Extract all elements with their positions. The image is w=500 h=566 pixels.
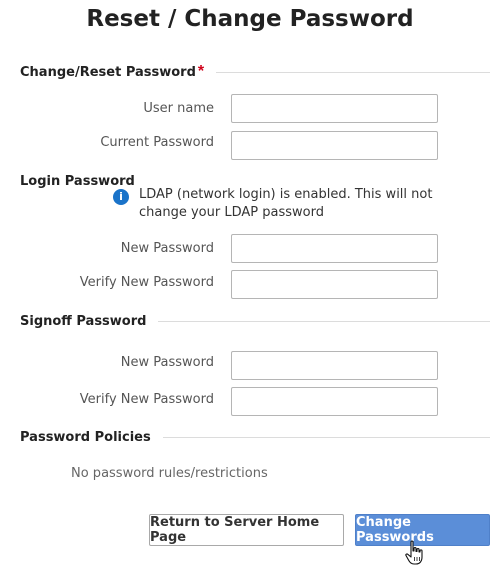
section-divider (158, 320, 490, 322)
info-icon: i (113, 189, 129, 205)
section-policies: Password Policies (20, 428, 490, 446)
ldap-info-message: i LDAP (network login) is enabled. This … (113, 186, 453, 222)
signoff-new-password-input[interactable] (231, 351, 438, 380)
signoff-verify-password-label: Verify New Password (79, 392, 214, 407)
required-marker: * (197, 63, 205, 80)
login-verify-password-label: Verify New Password (79, 275, 214, 290)
section-label: Password Policies (20, 429, 151, 445)
section-label: Signoff Password (20, 313, 147, 329)
section-divider (216, 71, 490, 73)
page-title: Reset / Change Password (86, 6, 414, 32)
signoff-new-password-label: New Password (120, 355, 214, 370)
section-signoff: Signoff Password (20, 312, 490, 330)
current-password-input[interactable] (231, 131, 438, 160)
section-divider (162, 436, 490, 438)
current-password-label: Current Password (100, 135, 214, 150)
info-text: LDAP (network login) is enabled. This wi… (139, 187, 433, 220)
hand-cursor-icon (405, 540, 423, 565)
user-name-label: User name (143, 101, 214, 116)
policy-text: No password rules/restrictions (71, 466, 268, 481)
login-new-password-input[interactable] (231, 234, 438, 263)
signoff-verify-password-input[interactable] (231, 387, 438, 416)
section-change-reset: Change/Reset Password * (20, 63, 490, 81)
login-verify-password-input[interactable] (231, 270, 438, 299)
login-new-password-label: New Password (120, 241, 214, 256)
return-home-button[interactable]: Return to Server Home Page (149, 514, 344, 546)
user-name-input[interactable] (231, 94, 438, 123)
section-label: Change/Reset Password (20, 64, 196, 80)
